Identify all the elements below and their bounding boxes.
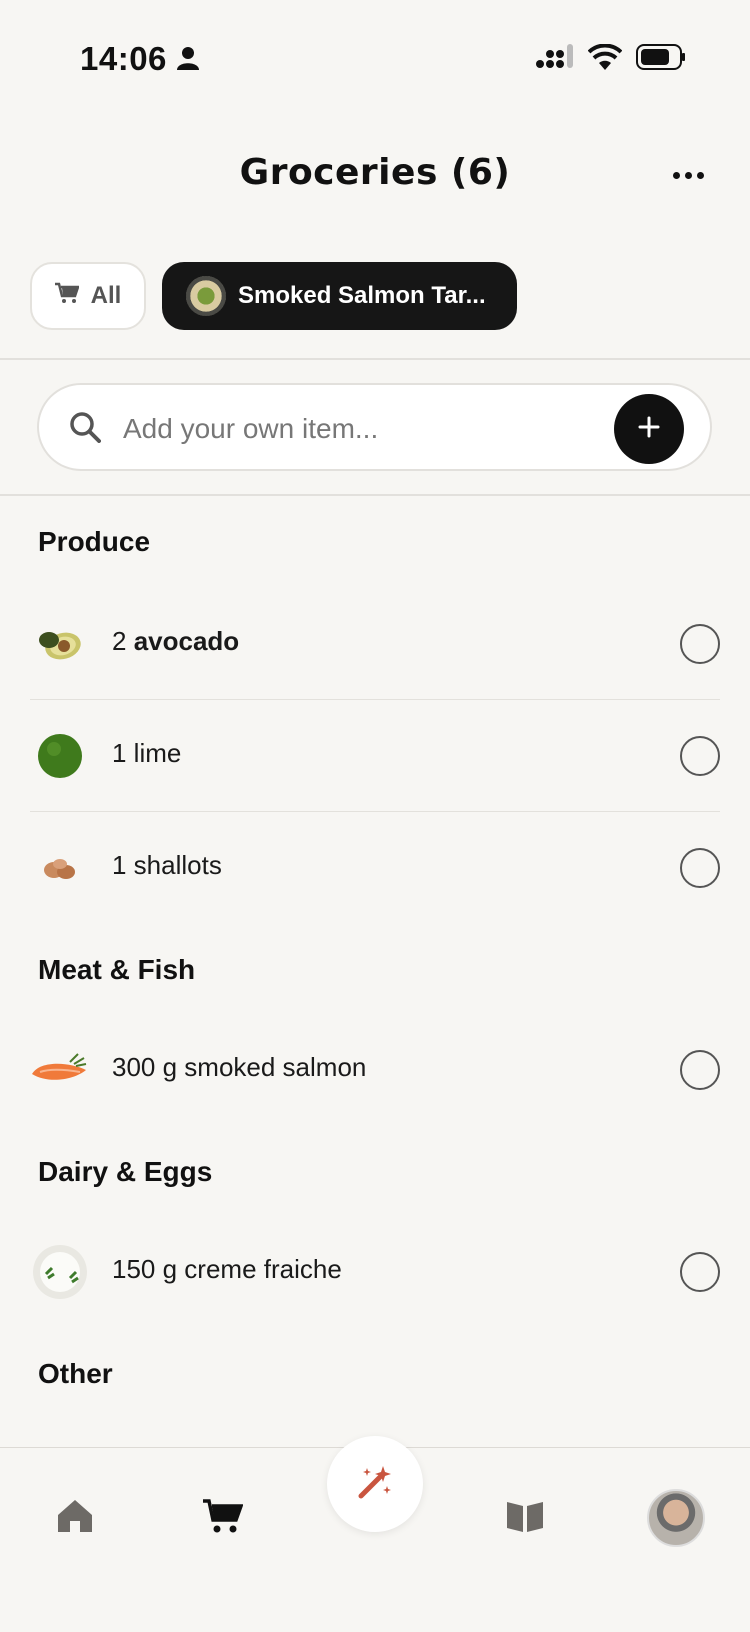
item-label: 2 avocado — [112, 626, 239, 657]
list-item[interactable]: 150 g creme fraiche — [30, 1216, 720, 1328]
filter-chips: All Smoked Salmon Tar... — [30, 262, 517, 330]
item-checkbox[interactable] — [680, 1050, 720, 1090]
section-title-other: Other — [38, 1358, 113, 1389]
search-icon — [69, 411, 101, 443]
lime-icon — [30, 726, 90, 786]
add-item-input[interactable] — [121, 403, 595, 455]
book-icon — [505, 1498, 545, 1539]
nav-groceries-button[interactable] — [193, 1488, 253, 1548]
page-title: Groceries (6) — [239, 152, 511, 193]
header: Groceries (6) — [0, 140, 750, 210]
more-dot — [696, 171, 704, 179]
add-item-bar — [37, 383, 712, 471]
wifi-icon — [587, 43, 623, 75]
filter-all-chip[interactable]: All — [30, 262, 146, 330]
shallot-icon — [30, 838, 90, 898]
cart-icon — [54, 282, 80, 311]
creme-fraiche-icon — [30, 1242, 90, 1302]
battery-icon — [636, 44, 686, 75]
section-title-dairy-eggs: Dairy & Eggs — [38, 1156, 213, 1187]
list-item[interactable]: 1 lime — [30, 700, 720, 812]
item-checkbox[interactable] — [680, 624, 720, 664]
nav-profile-button[interactable] — [646, 1488, 706, 1548]
nav-home-button[interactable] — [45, 1488, 105, 1548]
cart-icon — [203, 1498, 244, 1539]
filter-recipe-label: Smoked Salmon Tar... — [238, 282, 486, 309]
more-options-button[interactable] — [666, 160, 710, 190]
item-label: 1 shallots — [112, 850, 222, 880]
status-time: 14:06 — [80, 40, 199, 78]
list-item[interactable]: 1 shallots — [30, 812, 720, 924]
item-label: 1 lime — [112, 738, 182, 768]
add-item-button[interactable] — [614, 394, 684, 464]
item-name: avocado — [133, 626, 240, 656]
divider — [0, 358, 750, 360]
grocery-list: Produce 2 avocado 1 lime 1 shallots Meat… — [0, 496, 750, 1448]
item-checkbox[interactable] — [680, 736, 720, 776]
cellular-icon — [536, 44, 574, 75]
section-title-produce: Produce — [38, 526, 151, 557]
magic-wand-icon — [355, 1462, 395, 1507]
list-item[interactable]: 2 avocado — [30, 588, 720, 700]
home-icon — [56, 1498, 94, 1539]
status-icons — [536, 43, 686, 75]
filter-all-label: All — [90, 282, 122, 309]
avocado-icon — [30, 614, 90, 674]
bottom-navigation — [0, 1436, 750, 1632]
item-qty: 2 — [112, 626, 127, 656]
salmon-icon — [30, 1040, 90, 1100]
plus-icon — [638, 416, 660, 443]
recipe-thumbnail — [186, 276, 226, 316]
nav-magic-button[interactable] — [327, 1436, 423, 1532]
item-checkbox[interactable] — [680, 1252, 720, 1292]
avatar — [647, 1489, 705, 1547]
status-bar: 14:06 — [0, 0, 750, 120]
more-dot — [684, 171, 692, 179]
item-label: 300 g smoked salmon — [112, 1052, 367, 1082]
item-label: 150 g creme fraiche — [112, 1254, 342, 1284]
section-title-meat-fish: Meat & Fish — [38, 954, 196, 985]
filter-recipe-chip[interactable]: Smoked Salmon Tar... — [162, 262, 517, 330]
list-item[interactable]: 300 g smoked salmon — [30, 1014, 720, 1126]
nav-cookbook-button[interactable] — [495, 1488, 555, 1548]
time-text: 14:06 — [80, 40, 167, 77]
more-dot — [672, 171, 680, 179]
item-checkbox[interactable] — [680, 848, 720, 888]
person-icon — [176, 40, 199, 78]
